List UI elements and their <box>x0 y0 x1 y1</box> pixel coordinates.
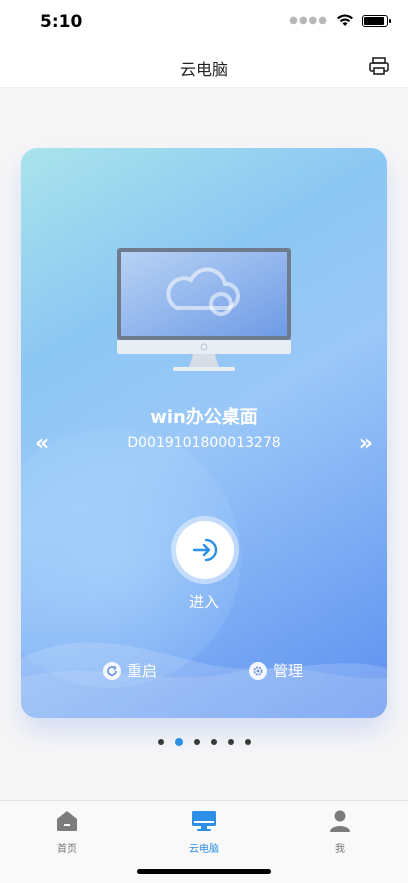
page-dot[interactable] <box>193 739 200 745</box>
home-indicator <box>137 869 271 874</box>
tab-home[interactable]: 首页 <box>37 809 97 855</box>
signal-icon: ●●●● <box>289 15 328 26</box>
enter-label: 进入 <box>188 593 219 611</box>
page-dot[interactable] <box>244 739 251 745</box>
page-dot[interactable] <box>227 739 234 745</box>
enter-button[interactable] <box>171 516 239 584</box>
tab-me[interactable]: 我 <box>310 809 370 855</box>
status-time: 5:10 <box>40 12 83 32</box>
tab-cloud-pc[interactable]: 云电脑 <box>174 809 234 855</box>
page-dot[interactable] <box>157 739 164 745</box>
restart-label: 重启 <box>127 662 158 680</box>
tab-cloud-pc-label: 云电脑 <box>189 844 219 855</box>
computer-icon <box>192 811 216 831</box>
previous-arrow-icon[interactable]: « <box>35 431 49 456</box>
person-icon <box>330 810 350 832</box>
page-title: 云电脑 <box>179 60 228 79</box>
page-indicator[interactable] <box>0 738 408 746</box>
home-icon <box>57 811 77 831</box>
wave-decoration <box>21 642 387 718</box>
monitor-icon <box>117 248 291 371</box>
next-arrow-icon[interactable]: » <box>359 431 373 456</box>
device-id: D0019101800013278 <box>127 435 281 451</box>
gear-icon <box>249 661 267 680</box>
restart-button[interactable]: 重启 <box>103 660 157 681</box>
battery-icon <box>362 14 391 27</box>
page-dot[interactable] <box>210 739 217 745</box>
nav-bar: 云电脑 <box>0 44 408 88</box>
enter-icon <box>192 538 218 562</box>
tab-home-label: 首页 <box>57 844 77 855</box>
restart-icon <box>103 661 121 680</box>
page-dot[interactable] <box>174 738 183 746</box>
cloud-pc-card[interactable]: win办公桌面 D0019101800013278 « » 进入 重启 管理 <box>21 148 387 718</box>
tab-me-label: 我 <box>335 844 345 855</box>
printer-icon[interactable] <box>368 55 390 77</box>
status-icons: ●●●● <box>289 14 391 27</box>
device-name: win办公桌面 <box>150 407 258 428</box>
status-bar: 5:10 ●●●● <box>0 0 408 44</box>
manage-button[interactable]: 管理 <box>249 660 303 681</box>
wifi-icon <box>337 14 353 26</box>
manage-label: 管理 <box>273 662 304 680</box>
